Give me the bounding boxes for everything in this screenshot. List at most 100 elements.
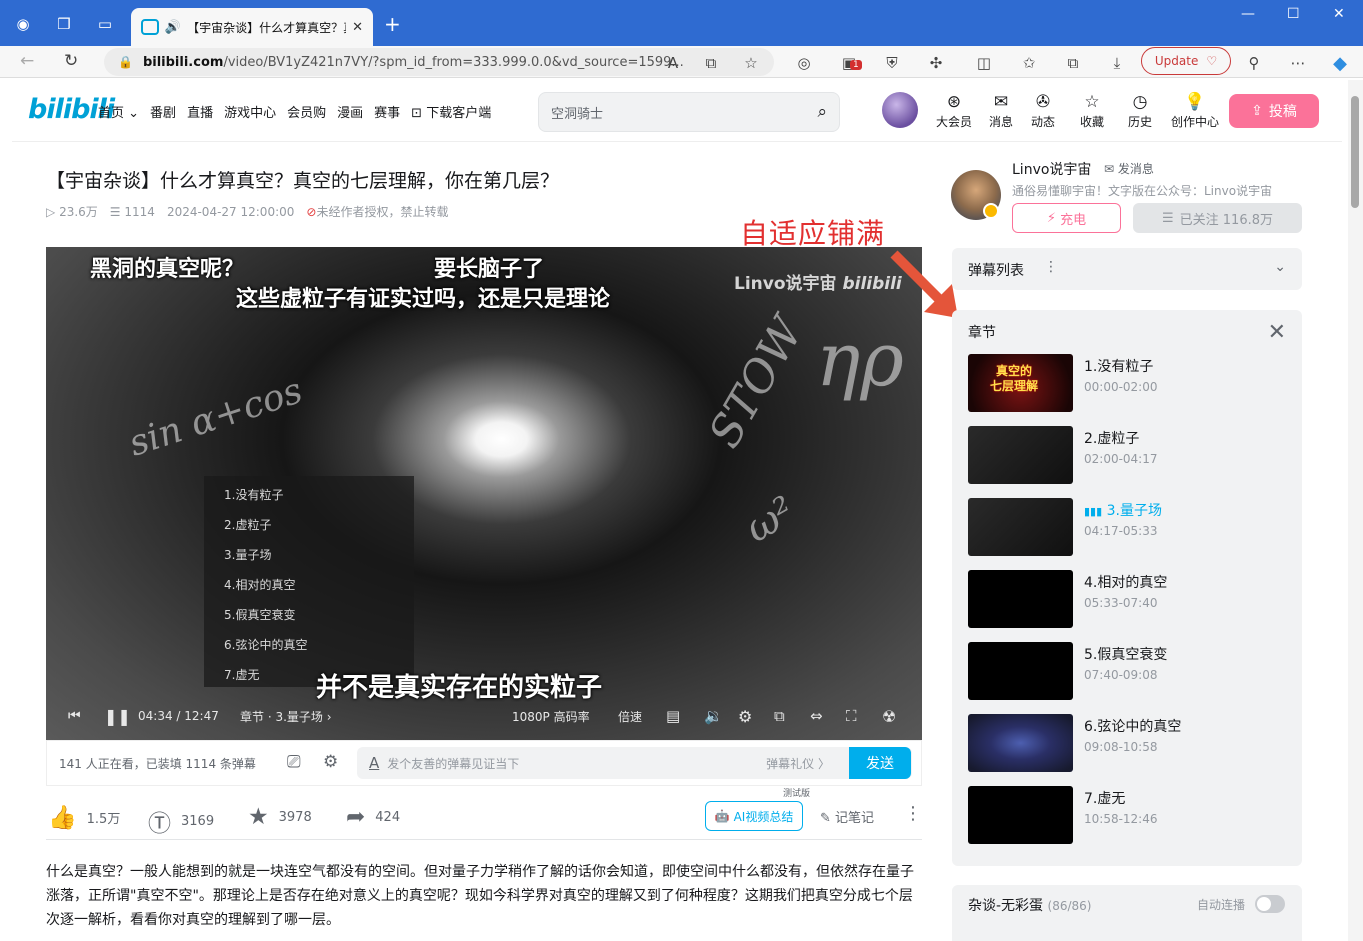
user-avatar[interactable] xyxy=(882,92,918,128)
ublock-icon[interactable]: ⛨ xyxy=(881,52,903,74)
address-bar-row: ← ↻ 🔒 bilibili.com/video/BV1yZ421n7VY/?s… xyxy=(0,46,1363,78)
pip-icon[interactable]: ⧉ xyxy=(774,707,785,725)
chapter-menu-item[interactable]: 5.假真空衰变 xyxy=(204,600,414,630)
page-scrollbar[interactable] xyxy=(1348,80,1363,941)
send-danmaku-button[interactable]: 发送 xyxy=(849,747,911,779)
chapter-menu-item[interactable]: 2.虚粒子 xyxy=(204,510,414,540)
close-window-icon[interactable]: ✕ xyxy=(1333,6,1345,22)
header-vip[interactable]: ⊛ 大会员 xyxy=(932,92,976,130)
nav-live[interactable]: 直播 xyxy=(187,102,213,121)
search-icon[interactable]: ⌕ xyxy=(817,102,827,122)
tab-actions-icon[interactable]: ▭ xyxy=(93,12,117,36)
chapter-menu-item[interactable]: 1.没有粒子 xyxy=(204,480,414,510)
chapter-item[interactable]: 真空的 七层理解 1.没有粒子 00:00-02:00 xyxy=(968,354,1288,414)
chapter-item[interactable]: 7.虚无 10:58-12:46 xyxy=(968,786,1288,846)
more-menu-icon[interactable]: ⋯ xyxy=(1287,52,1309,74)
header-favorites[interactable]: ☆ 收藏 xyxy=(1070,92,1114,130)
extension-eyes-icon[interactable]: ◎ xyxy=(793,52,815,74)
nav-anime[interactable]: 番剧 xyxy=(150,102,176,121)
chapter-menu-item[interactable]: 4.相对的真空 xyxy=(204,570,414,600)
danmaku-input[interactable]: A 发个友善的弹幕见证当下 弹幕礼仪 〉 xyxy=(357,747,912,779)
send-message-link[interactable]: ✉ 发消息 xyxy=(1104,160,1154,177)
update-button[interactable]: Update ♡ xyxy=(1141,47,1231,75)
maximize-icon[interactable]: ☐ xyxy=(1287,6,1300,22)
autoplay-toggle[interactable] xyxy=(1255,895,1285,913)
volume-icon[interactable]: 🔉 xyxy=(704,707,723,725)
player-controls: ⏮ ❚❚ 04:34 / 12:47 章节 · 3.量子场 › 1080P 高码… xyxy=(46,703,922,729)
nav-manga[interactable]: 漫画 xyxy=(337,102,363,121)
minimize-icon[interactable]: — xyxy=(1241,6,1255,22)
share-button[interactable]: ➦ 424 xyxy=(346,804,400,830)
favorites-icon[interactable]: ✩ xyxy=(1018,52,1040,74)
chapter-item[interactable]: 2.虚粒子 02:00-04:17 xyxy=(968,426,1288,486)
refresh-icon[interactable]: ↻ xyxy=(64,51,78,71)
search-input[interactable]: 空洞骑士 ⌕ xyxy=(538,92,840,132)
nav-mall[interactable]: 会员购 xyxy=(287,102,326,121)
subtitle-off-icon[interactable]: ▤ xyxy=(666,707,680,725)
danmaku-settings-icon[interactable]: ⚙ xyxy=(323,752,338,772)
nav-download-client[interactable]: ⊡ 下载客户端 xyxy=(411,102,491,121)
download-icon: ⊡ xyxy=(411,106,423,121)
favorite-star-icon[interactable]: ☆ xyxy=(740,52,762,74)
browser-tab[interactable]: 🔊 【宇宙杂谈】什么才算真空？真空的七层理解，你在第几层？ ✕ xyxy=(131,8,373,46)
nav-home[interactable]: 首页 ⌄ xyxy=(98,102,139,121)
ai-summary-button[interactable]: 🤖 AI视频总结 xyxy=(705,801,803,831)
font-style-icon[interactable]: A xyxy=(369,754,379,772)
close-tab-icon[interactable]: ✕ xyxy=(352,20,363,35)
scrollbar-thumb[interactable] xyxy=(1351,96,1359,208)
workspaces-icon[interactable]: ❒ xyxy=(52,12,76,36)
chapter-item[interactable]: 6.弦论中的真空 09:08-10:58 xyxy=(968,714,1288,774)
chevron-down-icon[interactable]: ⌄ xyxy=(1274,259,1286,275)
uploader-name[interactable]: Linvo说宇宙 xyxy=(1012,159,1091,179)
followed-button[interactable]: ☰ 已关注 116.8万 xyxy=(1133,203,1302,233)
chapter-item-active[interactable]: ▮▮▮ 3.量子场 04:17-05:33 xyxy=(968,498,1288,558)
coin-button[interactable]: Ⓣ 3169 xyxy=(148,804,214,838)
quality-selector[interactable]: 1080P 高码率 xyxy=(512,708,590,725)
charge-button[interactable]: ⚡ 充电 xyxy=(1012,203,1121,233)
playing-bars-icon: ▮▮▮ xyxy=(1084,505,1103,518)
profile-icon[interactable]: ◉ xyxy=(11,12,35,36)
close-icon[interactable]: ✕ xyxy=(1268,320,1286,345)
take-notes-button[interactable]: ✎ 记笔记 xyxy=(820,807,874,826)
header-history[interactable]: ◷ 历史 xyxy=(1118,92,1162,130)
danmaku-list-panel[interactable]: 弹幕列表 ⋮ ⌄ xyxy=(952,248,1302,290)
header-messages[interactable]: ✉ 消息 xyxy=(979,92,1023,130)
read-aloud-icon[interactable]: A xyxy=(662,52,684,74)
copilot-icon[interactable]: ◆ xyxy=(1329,52,1351,74)
back-icon[interactable]: ← xyxy=(20,51,34,71)
header-creator-center[interactable]: 💡 创作中心 xyxy=(1167,92,1223,130)
web-fullscreen-icon[interactable]: ⛶ xyxy=(846,707,857,725)
nav-match[interactable]: 赛事 xyxy=(374,102,400,121)
danmaku-toggle-icon[interactable]: ⎚ xyxy=(287,752,301,772)
playlist-title[interactable]: 杂谈-无彩蛋 (86/86) xyxy=(968,895,1091,915)
extensions-icon[interactable]: ✣ xyxy=(925,52,947,74)
like-button[interactable]: 👍 1.5万 xyxy=(48,804,120,831)
more-vertical-icon[interactable]: ⋮ xyxy=(1044,259,1058,275)
fullscreen-icon[interactable]: ☢ xyxy=(882,707,896,726)
performance-icon[interactable]: ⚲ xyxy=(1243,52,1265,74)
collections-icon[interactable]: ⧉ xyxy=(1062,52,1084,74)
chapter-item[interactable]: 5.假真空衰变 07:40-09:08 xyxy=(968,642,1288,702)
speed-selector[interactable]: 倍速 xyxy=(618,708,642,725)
new-tab-button[interactable]: + xyxy=(384,12,401,36)
app-available-icon[interactable]: ⧉ xyxy=(700,52,722,74)
split-screen-icon[interactable]: ◫ xyxy=(973,52,995,74)
chapter-selector[interactable]: 章节 · 3.量子场 › xyxy=(240,708,332,725)
settings-gear-icon[interactable]: ⚙ xyxy=(738,707,752,726)
header-dynamics[interactable]: ✇ 动态 xyxy=(1021,92,1065,130)
upload-button[interactable]: ⇪ 投稿 xyxy=(1229,94,1319,128)
widescreen-icon[interactable]: ⇔ xyxy=(810,707,823,725)
chapter-menu-item[interactable]: 6.弦论中的真空 xyxy=(204,630,414,660)
chapter-menu-item[interactable]: 3.量子场 xyxy=(204,540,414,570)
video-player[interactable]: sin α+cos STOW ηρ ω² 黑洞的真空呢？ 要长脑子了 这些虚粒子… xyxy=(46,247,922,740)
more-options-icon[interactable]: ⋮ xyxy=(904,803,922,824)
downloads-icon[interactable]: ⤓ xyxy=(1106,52,1128,74)
speaker-icon[interactable]: 🔊 xyxy=(165,20,181,35)
nav-game-center[interactable]: 游戏中心 xyxy=(224,102,276,121)
chapter-item[interactable]: 4.相对的真空 05:33-07:40 xyxy=(968,570,1288,630)
pause-icon[interactable]: ❚❚ xyxy=(104,707,131,726)
danmaku-list-title: 弹幕列表 xyxy=(968,263,1024,279)
danmaku-etiquette-link[interactable]: 弹幕礼仪 〉 xyxy=(766,755,830,772)
prev-icon[interactable]: ⏮ xyxy=(68,708,81,724)
favorite-button[interactable]: ★ 3978 xyxy=(248,804,312,830)
